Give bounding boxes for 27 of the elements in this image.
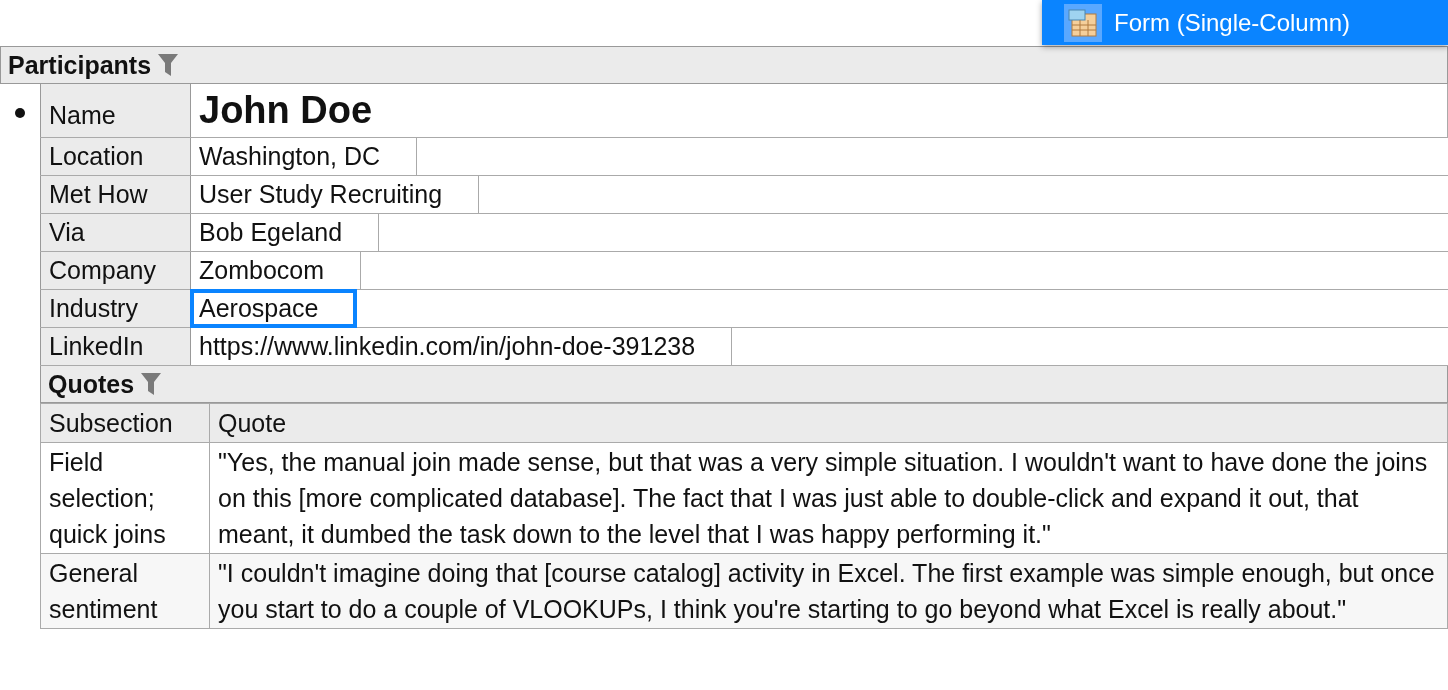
field-label: Via — [40, 214, 191, 251]
field-value[interactable]: Aerospace — [191, 290, 356, 327]
table-cell: "Yes, the manual join made sense, but that was a very simple situation. I wouldn't want to have done the joins on this [more complicated database]. The fact that I was just able to double-click and expand it out, that meant, it dumbed the task down to the level that I was happy performing it." — [209, 442, 1448, 554]
field-label: Company — [40, 252, 191, 289]
table-cell: Field selection; quick joins — [40, 442, 210, 554]
table-cell: General sentiment — [40, 553, 210, 629]
field-value[interactable]: https://www.linkedin.com/in/john-doe-391238 — [191, 328, 733, 365]
section-title: Participants — [8, 50, 152, 80]
section-title: Quotes — [48, 369, 135, 399]
field-value[interactable]: Zombocom — [191, 252, 362, 289]
name-field[interactable]: John Doe — [191, 84, 1448, 137]
field-value[interactable]: Bob Egeland — [191, 214, 380, 251]
filter-icon[interactable] — [157, 53, 180, 77]
form-icon — [1064, 3, 1102, 42]
field-label: Location — [40, 138, 191, 175]
table-cell: "I couldn't imagine doing that [course catalog] activity in Excel. The first example was simple enough, but once you start to do a couple of VLOOKUPs, I think you're starting to go beyond what Excel is really about." — [209, 553, 1448, 629]
field-label: LinkedIn — [40, 328, 191, 365]
column-header: Quote — [209, 403, 1448, 443]
bullet — [15, 108, 25, 118]
field-label: Industry — [40, 290, 191, 327]
column-header: Subsection — [40, 403, 210, 443]
field-value[interactable]: Washington, DC — [191, 138, 418, 175]
field-label: Name — [40, 84, 191, 137]
field-value[interactable]: User Study Recruiting — [191, 176, 480, 213]
field-label: Met How — [40, 176, 191, 213]
view-menu-item[interactable]: Form (Single-Column) — [1042, 0, 1448, 45]
filter-icon[interactable] — [140, 372, 163, 396]
